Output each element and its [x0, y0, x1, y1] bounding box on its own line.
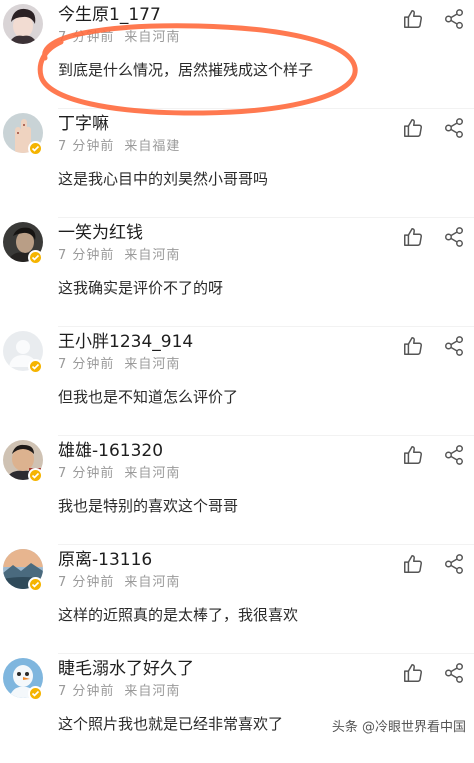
- verified-badge-icon: [28, 359, 43, 374]
- comment-location: 来自福建: [124, 139, 181, 154]
- share-icon[interactable]: [443, 335, 465, 357]
- like-icon[interactable]: [402, 662, 424, 684]
- comment-item: 今生原1_177 7 分钟前 来自河南 到底是什么情况，居然摧残成这个样子: [0, 0, 474, 109]
- user-avatar[interactable]: [3, 4, 43, 44]
- username[interactable]: 今生原1_177: [58, 5, 161, 25]
- comment-location: 来自河南: [124, 248, 181, 263]
- comment-text: 到底是什么情况，居然摧残成这个样子: [58, 61, 314, 79]
- comment-item: 睫毛溺水了好久了 7 分钟前 来自河南 这个照片我也就是已经非常喜欢了: [0, 654, 474, 763]
- comment-text: 这是我心目中的刘昊然小哥哥吗: [58, 170, 269, 188]
- username[interactable]: 雄雄-161320: [58, 441, 163, 461]
- share-icon[interactable]: [443, 117, 465, 139]
- comment-meta: 7 分钟前 来自河南: [58, 466, 180, 482]
- comment-meta: 7 分钟前 来自福建: [58, 139, 180, 155]
- verified-badge-icon: [28, 686, 43, 701]
- like-icon[interactable]: [402, 553, 424, 575]
- comment-meta: 7 分钟前 来自河南: [58, 575, 180, 591]
- comment-time: 7 分钟前: [58, 139, 115, 154]
- share-icon[interactable]: [443, 662, 465, 684]
- verified-badge-icon: [28, 577, 43, 592]
- username[interactable]: 原离-13116: [58, 550, 152, 570]
- comment-text: 这样的近照真的是太棒了，我很喜欢: [58, 606, 299, 624]
- share-icon[interactable]: [443, 444, 465, 466]
- comment-location: 来自河南: [124, 466, 181, 481]
- comment-time: 7 分钟前: [58, 30, 115, 45]
- comment-time: 7 分钟前: [58, 684, 115, 699]
- comment-location: 来自河南: [124, 357, 181, 372]
- comment-time: 7 分钟前: [58, 575, 115, 590]
- like-icon[interactable]: [402, 444, 424, 466]
- share-icon[interactable]: [443, 553, 465, 575]
- comment-meta: 7 分钟前 来自河南: [58, 684, 180, 700]
- comment-meta: 7 分钟前 来自河南: [58, 30, 180, 46]
- comment-text: 我也是特别的喜欢这个哥哥: [58, 497, 239, 515]
- like-icon[interactable]: [402, 226, 424, 248]
- comment-time: 7 分钟前: [58, 466, 115, 481]
- comment-item: 丁字嘛 7 分钟前 来自福建 这是我心目中的刘昊然小哥哥吗: [0, 109, 474, 218]
- comment-meta: 7 分钟前 来自河南: [58, 248, 180, 264]
- username[interactable]: 一笑为红钱: [58, 223, 143, 243]
- like-icon[interactable]: [402, 335, 424, 357]
- comment-location: 来自河南: [124, 575, 181, 590]
- comment-item: 王小胖1234_914 7 分钟前 来自河南 但我也是不知道怎么评价了: [0, 327, 474, 436]
- like-icon[interactable]: [402, 117, 424, 139]
- verified-badge-icon: [28, 250, 43, 265]
- like-icon[interactable]: [402, 8, 424, 30]
- comment-location: 来自河南: [124, 30, 181, 45]
- comment-item: 一笑为红钱 7 分钟前 来自河南 这我确实是评价不了的呀: [0, 218, 474, 327]
- comment-time: 7 分钟前: [58, 248, 115, 263]
- verified-badge-icon: [28, 141, 43, 156]
- username[interactable]: 睫毛溺水了好久了: [58, 659, 194, 679]
- comment-meta: 7 分钟前 来自河南: [58, 357, 180, 373]
- share-icon[interactable]: [443, 8, 465, 30]
- comment-time: 7 分钟前: [58, 357, 115, 372]
- verified-badge-icon: [28, 468, 43, 483]
- username[interactable]: 王小胖1234_914: [58, 332, 193, 352]
- comment-text: 但我也是不知道怎么评价了: [58, 388, 239, 406]
- comment-text: 这我确实是评价不了的呀: [58, 279, 224, 297]
- comment-item: 雄雄-161320 7 分钟前 来自河南 我也是特别的喜欢这个哥哥: [0, 436, 474, 545]
- watermark: 头条 @冷眼世界看中国: [331, 720, 466, 735]
- comment-text: 这个照片我也就是已经非常喜欢了: [58, 715, 284, 733]
- share-icon[interactable]: [443, 226, 465, 248]
- comment-item: 原离-13116 7 分钟前 来自河南 这样的近照真的是太棒了，我很喜欢: [0, 545, 474, 654]
- comment-location: 来自河南: [124, 684, 181, 699]
- username[interactable]: 丁字嘛: [58, 114, 109, 134]
